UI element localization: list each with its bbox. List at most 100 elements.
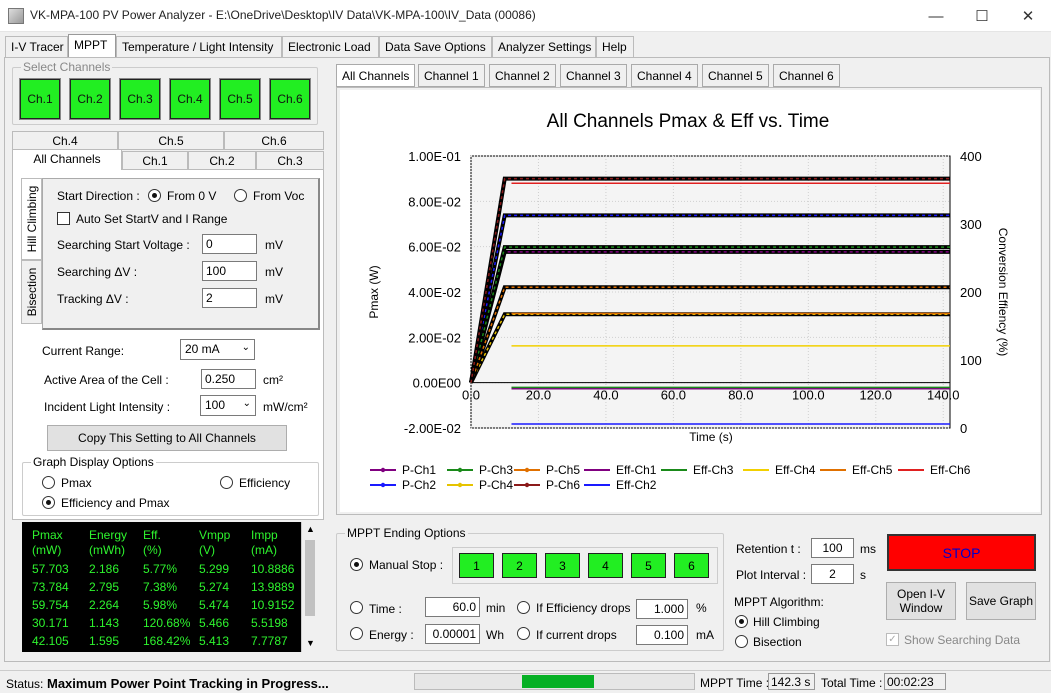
- maximize-icon[interactable]: ☐: [959, 0, 1005, 32]
- data-table-scrollbar[interactable]: ▲ ▼: [301, 522, 318, 652]
- current-drop-input[interactable]: 0.100: [636, 625, 688, 645]
- header-pmax-unit: (mW): [32, 543, 62, 557]
- stop-ch2-button[interactable]: 2: [502, 553, 537, 578]
- header-impp: Impp: [251, 528, 278, 542]
- select-ch4-button[interactable]: Ch.4: [169, 78, 211, 120]
- minimize-icon[interactable]: —: [913, 0, 959, 32]
- stop-ch3-button[interactable]: 3: [545, 553, 580, 578]
- select-ch5-button[interactable]: Ch.5: [219, 78, 261, 120]
- stop-ch6-button[interactable]: 6: [674, 553, 709, 578]
- current-drop-radio[interactable]: [517, 627, 530, 640]
- show-searching-data-label: Show Searching Data: [904, 633, 1021, 647]
- pmax-radio[interactable]: [42, 476, 55, 489]
- chevron-up-icon[interactable]: ▲: [306, 524, 315, 534]
- tab-settings-ch2[interactable]: Ch.2: [188, 151, 256, 170]
- eff-drop-label: If Efficiency drops: [536, 601, 631, 615]
- select-ch6-button[interactable]: Ch.6: [269, 78, 311, 120]
- legend-label-eff-ch4: Eff-Ch4: [775, 463, 816, 477]
- scrollbar-thumb[interactable]: [305, 540, 315, 616]
- close-icon[interactable]: ✕: [1005, 0, 1051, 32]
- legend-label-p-ch2: P-Ch2: [402, 478, 436, 492]
- tab-mppt[interactable]: MPPT: [68, 34, 116, 57]
- plot-interval-unit: s: [860, 568, 866, 582]
- chart-tab-channel-4[interactable]: Channel 4: [631, 64, 698, 87]
- chart-tab-channel-2[interactable]: Channel 2: [489, 64, 556, 87]
- chart-tab-all-channels[interactable]: All Channels: [336, 64, 416, 87]
- legend-marker-p-ch2: [380, 482, 386, 488]
- auto-set-checkbox[interactable]: [57, 212, 70, 225]
- open-iv-window-button[interactable]: Open I-V Window: [886, 582, 956, 620]
- stop-ch5-button[interactable]: 5: [631, 553, 666, 578]
- chart-tab-channel-1[interactable]: Channel 1: [418, 64, 485, 87]
- chart-tab-channel-6[interactable]: Channel 6: [773, 64, 840, 87]
- header-energy-unit: (mWh): [89, 543, 125, 557]
- tab-settings-all-channels[interactable]: All Channels: [12, 149, 122, 171]
- side-tab-bisection[interactable]: Bisection: [21, 260, 42, 324]
- tab-help[interactable]: Help: [596, 36, 634, 57]
- tab-iv-tracer[interactable]: I-V Tracer: [5, 36, 68, 57]
- search-start-voltage-input[interactable]: 0: [202, 234, 257, 254]
- search-start-voltage-label: Searching Start Voltage :: [57, 238, 190, 252]
- retention-input[interactable]: 100: [811, 538, 854, 558]
- chevron-down-icon[interactable]: ▼: [306, 638, 315, 648]
- eff-drop-input[interactable]: 1.000: [636, 599, 688, 619]
- search-start-unit: mV: [265, 238, 283, 252]
- efficiency-radio[interactable]: [220, 476, 233, 489]
- tab-electronic-load[interactable]: Electronic Load: [282, 36, 379, 57]
- tab-settings-ch1[interactable]: Ch.1: [122, 151, 188, 170]
- total-time-value: 00:02:23: [884, 673, 946, 690]
- show-searching-data-checkbox[interactable]: ✓: [886, 633, 899, 646]
- bisection-radio[interactable]: [735, 635, 748, 648]
- tab-settings-ch3[interactable]: Ch.3: [256, 151, 324, 170]
- data-cell: 10.8886: [251, 562, 295, 576]
- energy-input[interactable]: 0.00001: [425, 624, 480, 644]
- from-0v-radio[interactable]: [148, 189, 161, 202]
- bisection-label: Bisection: [753, 635, 802, 649]
- tab-settings-ch4[interactable]: Ch.4: [12, 131, 118, 150]
- data-cell: 5.98%: [143, 598, 178, 612]
- light-intensity-select[interactable]: 100 ⌄: [200, 395, 256, 416]
- stop-ch1-button[interactable]: 1: [459, 553, 494, 578]
- current-range-select[interactable]: 20 mA ⌄: [180, 339, 255, 360]
- active-area-input[interactable]: 0.250: [201, 369, 256, 389]
- progress-bar: [414, 673, 695, 690]
- search-dv-input[interactable]: 100: [202, 261, 257, 281]
- chart-tab-channel-3[interactable]: Channel 3: [560, 64, 627, 87]
- data-cell: 2.264: [89, 598, 120, 612]
- efficiency-label: Efficiency: [239, 476, 291, 490]
- data-cell: 59.754: [32, 598, 69, 612]
- search-dv-label: Searching ΔV :: [57, 265, 138, 279]
- legend-marker-p-ch5: [524, 467, 530, 473]
- y-axis-label: Pmax (W): [367, 265, 381, 318]
- hill-climbing-radio[interactable]: [735, 615, 748, 628]
- time-radio[interactable]: [350, 601, 363, 614]
- save-graph-button[interactable]: Save Graph: [966, 582, 1036, 620]
- energy-radio[interactable]: [350, 627, 363, 640]
- energy-label: Energy :: [369, 628, 414, 642]
- chart-tab-channel-5[interactable]: Channel 5: [702, 64, 769, 87]
- stop-ch4-button[interactable]: 4: [588, 553, 623, 578]
- y-tick-label: 2.00E-02: [408, 330, 461, 345]
- copy-settings-button[interactable]: Copy This Setting to All Channels: [47, 425, 287, 451]
- tab-settings-ch5[interactable]: Ch.5: [118, 131, 224, 150]
- select-ch3-button[interactable]: Ch.3: [119, 78, 161, 120]
- tab-temperature-light[interactable]: Temperature / Light Intensity: [116, 36, 282, 57]
- select-ch2-button[interactable]: Ch.2: [69, 78, 111, 120]
- stop-button[interactable]: STOP: [887, 534, 1036, 571]
- eff-drop-radio[interactable]: [517, 601, 530, 614]
- tab-settings-ch6[interactable]: Ch.6: [224, 131, 324, 150]
- track-dv-input[interactable]: 2: [202, 288, 257, 308]
- current-range-value: 20 mA: [185, 342, 220, 356]
- tab-data-save-options[interactable]: Data Save Options: [379, 36, 492, 57]
- from-voc-radio[interactable]: [234, 189, 247, 202]
- x-axis-label: Time (s): [689, 430, 733, 444]
- legend-marker-p-ch3: [457, 467, 463, 473]
- time-input[interactable]: 60.0: [425, 597, 480, 617]
- efficiency-and-pmax-radio[interactable]: [42, 496, 55, 509]
- select-ch1-button[interactable]: Ch.1: [19, 78, 61, 120]
- manual-stop-radio[interactable]: [350, 558, 363, 571]
- current-drop-unit: mA: [696, 628, 714, 642]
- plot-interval-input[interactable]: 2: [811, 564, 854, 584]
- tab-analyzer-settings[interactable]: Analyzer Settings: [492, 36, 596, 57]
- side-tab-hill-climbing[interactable]: Hill Climbing: [21, 178, 42, 260]
